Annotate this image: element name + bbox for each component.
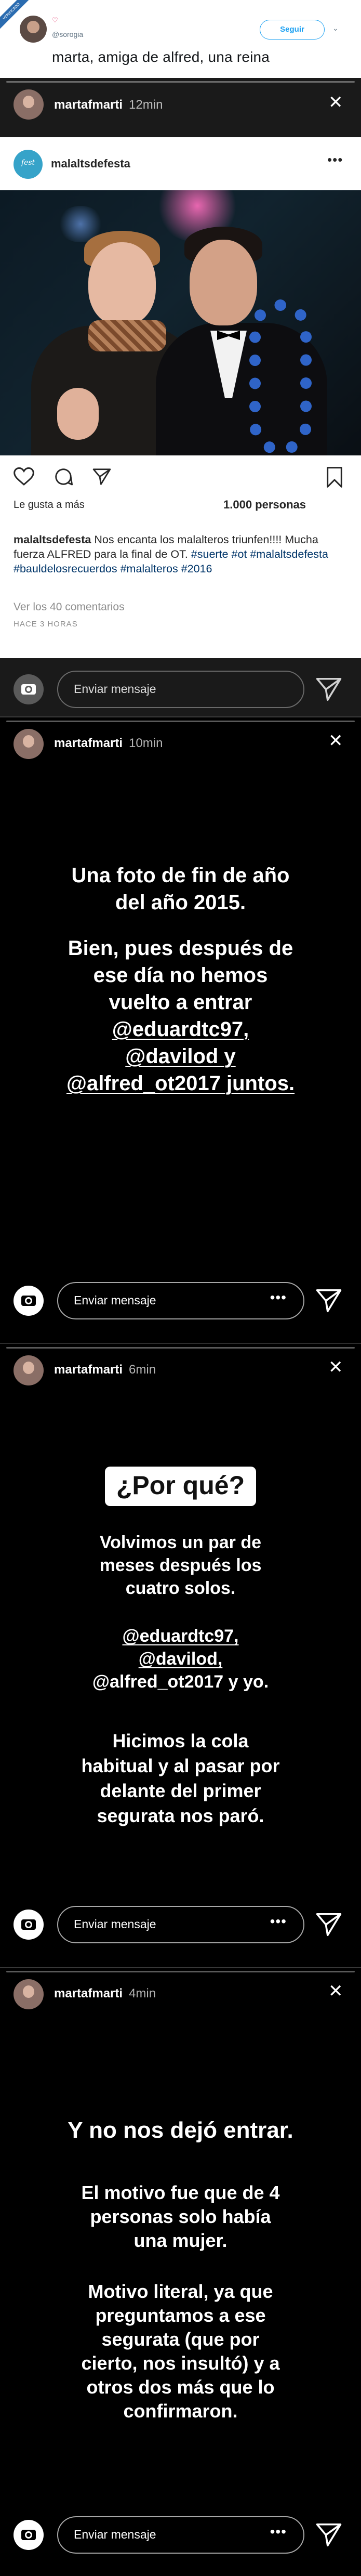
message-placeholder: Enviar mensaje	[74, 2528, 156, 2541]
story-avatar[interactable]	[14, 1979, 44, 2009]
instagram-post: malaltsdefesta •••	[0, 137, 361, 658]
post-photo[interactable]	[0, 190, 361, 455]
follow-button[interactable]: Seguir	[260, 20, 325, 40]
tweet-name[interactable]: ♡	[52, 16, 63, 25]
story-text: Una foto de fin de año del año 2015. Bie…	[66, 864, 295, 1095]
story-username[interactable]: martafmarti 10min	[54, 736, 163, 751]
more-options-icon[interactable]: •••	[327, 152, 343, 168]
message-placeholder: Enviar mensaje	[74, 682, 156, 696]
story-progress-bar	[6, 721, 355, 722]
story-2: martafmarti 10min ✕ Una foto de fin de añ…	[0, 717, 361, 1344]
post-caption: malaltsdefesta Nos encanta los malaltero…	[14, 532, 351, 576]
story-1: martafmarti12min ✕ malaltsdefesta •••	[0, 78, 361, 717]
story-paragraph-2: Motivo literal, ya que preguntamos a ese…	[81, 2281, 280, 2422]
send-message-input[interactable]: Enviar mensaje •••	[57, 2516, 304, 2554]
close-icon[interactable]: ✕	[328, 732, 343, 750]
story-paragraph-2: @eduardtc97, @davilod, @alfred_ot2017 y …	[92, 1626, 269, 1692]
send-message-input[interactable]: Enviar mensaje •••	[57, 1282, 304, 1319]
more-options-icon[interactable]: •••	[270, 2523, 287, 2540]
story-avatar[interactable]	[14, 89, 44, 120]
tweet-handle[interactable]: @sorogia	[52, 30, 83, 38]
view-comments-link[interactable]: Ver los 40 comentarios	[14, 601, 125, 613]
story-username[interactable]: martafmarti 12min	[54, 98, 163, 112]
story-time: 12min	[129, 98, 163, 112]
close-icon[interactable]: ✕	[328, 1982, 343, 2000]
story-paragraph-1: Volvimos un par de meses después los cua…	[99, 1533, 262, 1598]
story-paragraph-3: Hicimos la cola habitual y al pasar por …	[81, 1730, 280, 1826]
tweet-header: VERIFICADO ♡ @sorogia Seguir ⌄ marta, am…	[0, 0, 361, 78]
send-message-input[interactable]: Enviar mensaje •••	[57, 1906, 304, 1943]
camera-button[interactable]	[14, 2520, 44, 2550]
story-paragraph-1: El motivo fue que de 4 personas solo hab…	[81, 2182, 280, 2251]
send-icon[interactable]	[315, 1287, 343, 1315]
send-message-input[interactable]: Enviar mensaje	[57, 671, 304, 708]
tweet-avatar[interactable]	[20, 16, 47, 43]
comment-icon[interactable]	[53, 467, 74, 487]
story-progress-bar	[6, 1347, 355, 1349]
story-time: 6min	[129, 1363, 156, 1377]
send-icon[interactable]	[315, 1911, 343, 1939]
chevron-down-icon[interactable]: ⌄	[332, 24, 339, 33]
story-progress-bar	[6, 1971, 355, 1972]
heart-icon: ♡	[52, 16, 58, 24]
send-icon[interactable]	[315, 675, 343, 703]
story-avatar[interactable]	[14, 1355, 44, 1385]
more-options-icon[interactable]: •••	[270, 1913, 287, 1930]
camera-button[interactable]	[14, 1286, 44, 1316]
camera-button[interactable]	[14, 1910, 44, 1940]
heart-icon[interactable]	[14, 467, 34, 487]
mention-link[interactable]: @davilod y	[125, 1045, 235, 1068]
tweet-text: marta, amiga de alfred, una reina	[52, 49, 270, 65]
likes-count[interactable]: 1.000 personas	[223, 498, 306, 512]
story-3: martafmarti 6min ✕ ¿Por qué? Volvimos un …	[0, 1344, 361, 1968]
story-avatar[interactable]	[14, 729, 44, 759]
mention-link[interactable]: @eduardtc97,	[112, 1018, 249, 1041]
camera-button[interactable]	[14, 674, 44, 704]
message-placeholder: Enviar mensaje	[74, 1917, 156, 1931]
message-placeholder: Enviar mensaje	[74, 1293, 156, 1307]
send-icon[interactable]	[315, 2521, 343, 2549]
caption-username[interactable]: malaltsdefesta	[14, 533, 91, 546]
story-title: ¿Por qué?	[21, 1467, 340, 1506]
story-time: 4min	[129, 1986, 156, 2000]
bookmark-icon[interactable]	[325, 467, 344, 488]
story-4: martafmarti 4min ✕ Y no nos dejó entrar. …	[0, 1968, 361, 2576]
post-avatar[interactable]	[14, 150, 43, 179]
story-progress-bar	[6, 81, 355, 83]
post-action-bar	[0, 455, 361, 497]
more-options-icon[interactable]: •••	[270, 1289, 287, 1306]
post-time-ago: HACE 3 HORAS	[14, 620, 78, 629]
close-icon[interactable]: ✕	[328, 94, 343, 111]
share-icon[interactable]	[91, 467, 112, 487]
story-username[interactable]: martafmarti 4min	[54, 1986, 156, 2001]
story-time: 10min	[129, 736, 163, 750]
story-username[interactable]: martafmarti 6min	[54, 1363, 156, 1377]
post-username[interactable]: malaltsdefesta	[51, 157, 130, 171]
likes-label: Le gusta a más	[14, 499, 85, 511]
close-icon[interactable]: ✕	[328, 1358, 343, 1376]
mention-link[interactable]: @alfred_ot2017 juntos.	[66, 1072, 295, 1095]
story-headline: Y no nos dejó entrar.	[68, 2117, 293, 2143]
mention-link[interactable]: @davilod,	[139, 1649, 223, 1669]
mention-link[interactable]: @eduardtc97,	[122, 1626, 238, 1646]
